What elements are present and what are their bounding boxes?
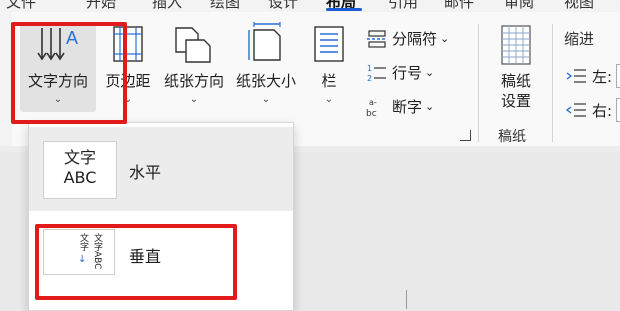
menu-item-label: 垂直 [129,247,162,266]
text-direction-label: 文字方向 [27,72,88,90]
hyphenation-icon: a- bc [366,98,377,117]
orientation-button[interactable]: 纸张方向 ⌄ [158,22,230,112]
active-tab-indicator [326,8,362,11]
preview-text-line-1: 文字 [63,148,96,167]
chevron-down-icon: ⌄ [189,94,199,105]
document-area[interactable] [292,152,620,309]
tab-insert[interactable]: 插入 [152,0,182,12]
tab-view[interactable]: 视图 [564,0,594,12]
indent-left-label: 左: [592,67,613,86]
manuscript-icon [501,25,531,65]
orientation-icon [175,27,211,63]
paper-size-button[interactable]: 纸张大小 ⌄ [230,22,302,112]
chevron-down-icon: ⌄ [123,94,133,105]
tab-home[interactable]: 开始 [86,0,116,12]
svg-text:a-: a- [369,98,377,107]
preview-col-2: 文字ABC [92,233,102,270]
hyphenation-label: 断字 [392,98,423,116]
indent-left-field[interactable]: 左: [566,64,620,88]
ribbon-edge [0,12,12,152]
svg-text:A: A [66,28,78,48]
ribbon-tab-strip: 文件 开始 插入 绘图 设计 布局 引用 邮件 审阅 视图 [0,0,620,12]
breaks-button[interactable]: 分隔符 ⌄ [366,28,449,49]
page-edge [406,290,407,309]
tab-file[interactable]: 文件 [6,0,36,12]
manuscript-group-label: 稿纸 [498,129,526,145]
breaks-label: 分隔符 [392,30,438,48]
tab-draw[interactable]: 绘图 [210,0,240,12]
columns-icon [314,26,344,62]
text-direction-menu: 文字 ABC 水平 文字 文字ABC ↓ 垂直 [28,122,294,311]
preview-text-line-2: ABC [63,168,97,187]
orientation-label: 纸张方向 [163,72,224,90]
chevron-down-icon: ⌄ [53,94,63,105]
tab-review[interactable]: 审阅 [504,0,534,12]
down-arrow-icon: ↓ [78,254,87,265]
svg-text:2: 2 [367,74,372,83]
indent-right-label: 右: [592,101,613,120]
hyphenation-button[interactable]: a- bc 断字 ⌄ [366,96,434,117]
margins-icon [113,26,143,62]
menu-item-vertical[interactable]: 文字 文字ABC ↓ 垂直 [29,217,293,301]
manuscript-settings-button[interactable]: 稿纸 设置 [488,24,544,120]
chevron-down-icon: ⌄ [425,100,435,113]
chevron-down-icon: ⌄ [261,94,271,105]
columns-button[interactable]: 栏 ⌄ [306,22,352,112]
menu-item-label: 水平 [129,163,162,182]
margins-button[interactable]: 页边距 ⌄ [100,22,156,112]
preview-col-1: 文字 [78,233,88,251]
paper-size-icon [248,22,281,61]
chevron-down-icon: ⌄ [440,32,450,45]
breaks-icon [367,29,387,48]
group-divider [552,24,553,142]
group-divider [478,24,479,142]
svg-text:1: 1 [367,64,372,73]
line-numbers-label: 行号 [392,64,423,82]
text-direction-button[interactable]: A 文字方向 ⌄ [20,22,96,112]
svg-text:bc: bc [366,109,377,117]
margins-label: 页边距 [105,72,151,90]
page-setup-launcher-icon[interactable] [460,130,471,141]
tab-mailings[interactable]: 邮件 [444,0,474,12]
indent-right-input[interactable] [616,98,620,122]
chevron-down-icon: ⌄ [425,66,435,79]
manuscript-label-1: 稿纸 [500,72,531,90]
paper-size-label: 纸张大小 [235,72,296,90]
columns-label: 栏 [321,72,337,90]
indent-left-input[interactable] [616,64,620,88]
indent-right-field[interactable]: 右: [566,98,620,122]
vertical-preview-icon: 文字 文字ABC ↓ [43,229,115,275]
indent-left-icon [566,69,586,83]
tab-design[interactable]: 设计 [268,0,298,12]
menu-item-horizontal[interactable]: 文字 ABC 水平 [29,127,293,211]
line-numbers-icon: 1 2 [367,64,386,83]
tab-references[interactable]: 引用 [388,0,418,12]
horizontal-preview-icon: 文字 ABC [43,141,117,199]
indent-title: 缩进 [564,30,595,48]
text-direction-icon: A [37,28,78,61]
indent-right-icon [566,103,586,117]
chevron-down-icon: ⌄ [324,94,334,105]
line-numbers-button[interactable]: 1 2 行号 ⌄ [366,62,434,83]
manuscript-label-2: 设置 [500,92,531,110]
